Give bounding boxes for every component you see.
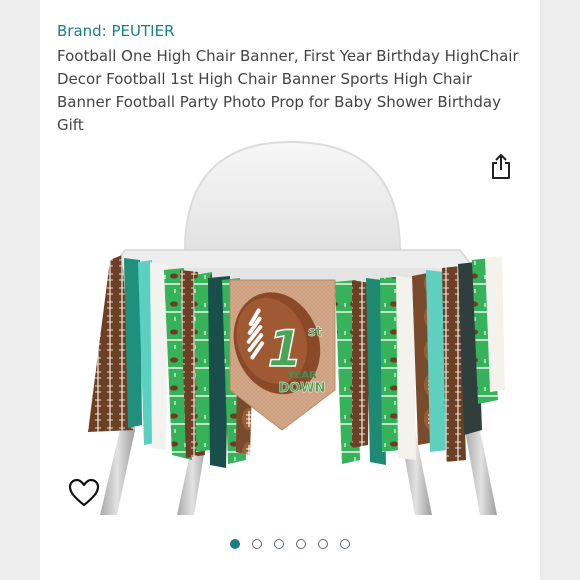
carousel-dot[interactable] (318, 539, 328, 549)
page-margin-right (540, 0, 580, 580)
product-title: Football One High Chair Banner, First Ye… (57, 47, 519, 134)
wishlist-button[interactable] (68, 478, 100, 508)
product-card: Brand: PEUTIER Football One High Chair B… (40, 0, 540, 580)
carousel-dot[interactable] (274, 539, 284, 549)
carousel-dot[interactable] (230, 539, 240, 549)
banner-line1: YEAR (286, 370, 317, 381)
carousel-dot[interactable] (252, 539, 262, 549)
product-image[interactable]: 1 st YEAR DOWN (80, 130, 510, 525)
brand-link[interactable]: Brand: PEUTIER (57, 22, 175, 40)
heart-icon (68, 478, 100, 507)
carousel-indicator (40, 539, 540, 553)
carousel-dot[interactable] (296, 539, 306, 549)
banner-suffix: st (308, 325, 322, 340)
page-margin-left (0, 0, 40, 580)
banner-line2: DOWN (278, 381, 325, 396)
carousel-dot[interactable] (340, 539, 350, 549)
